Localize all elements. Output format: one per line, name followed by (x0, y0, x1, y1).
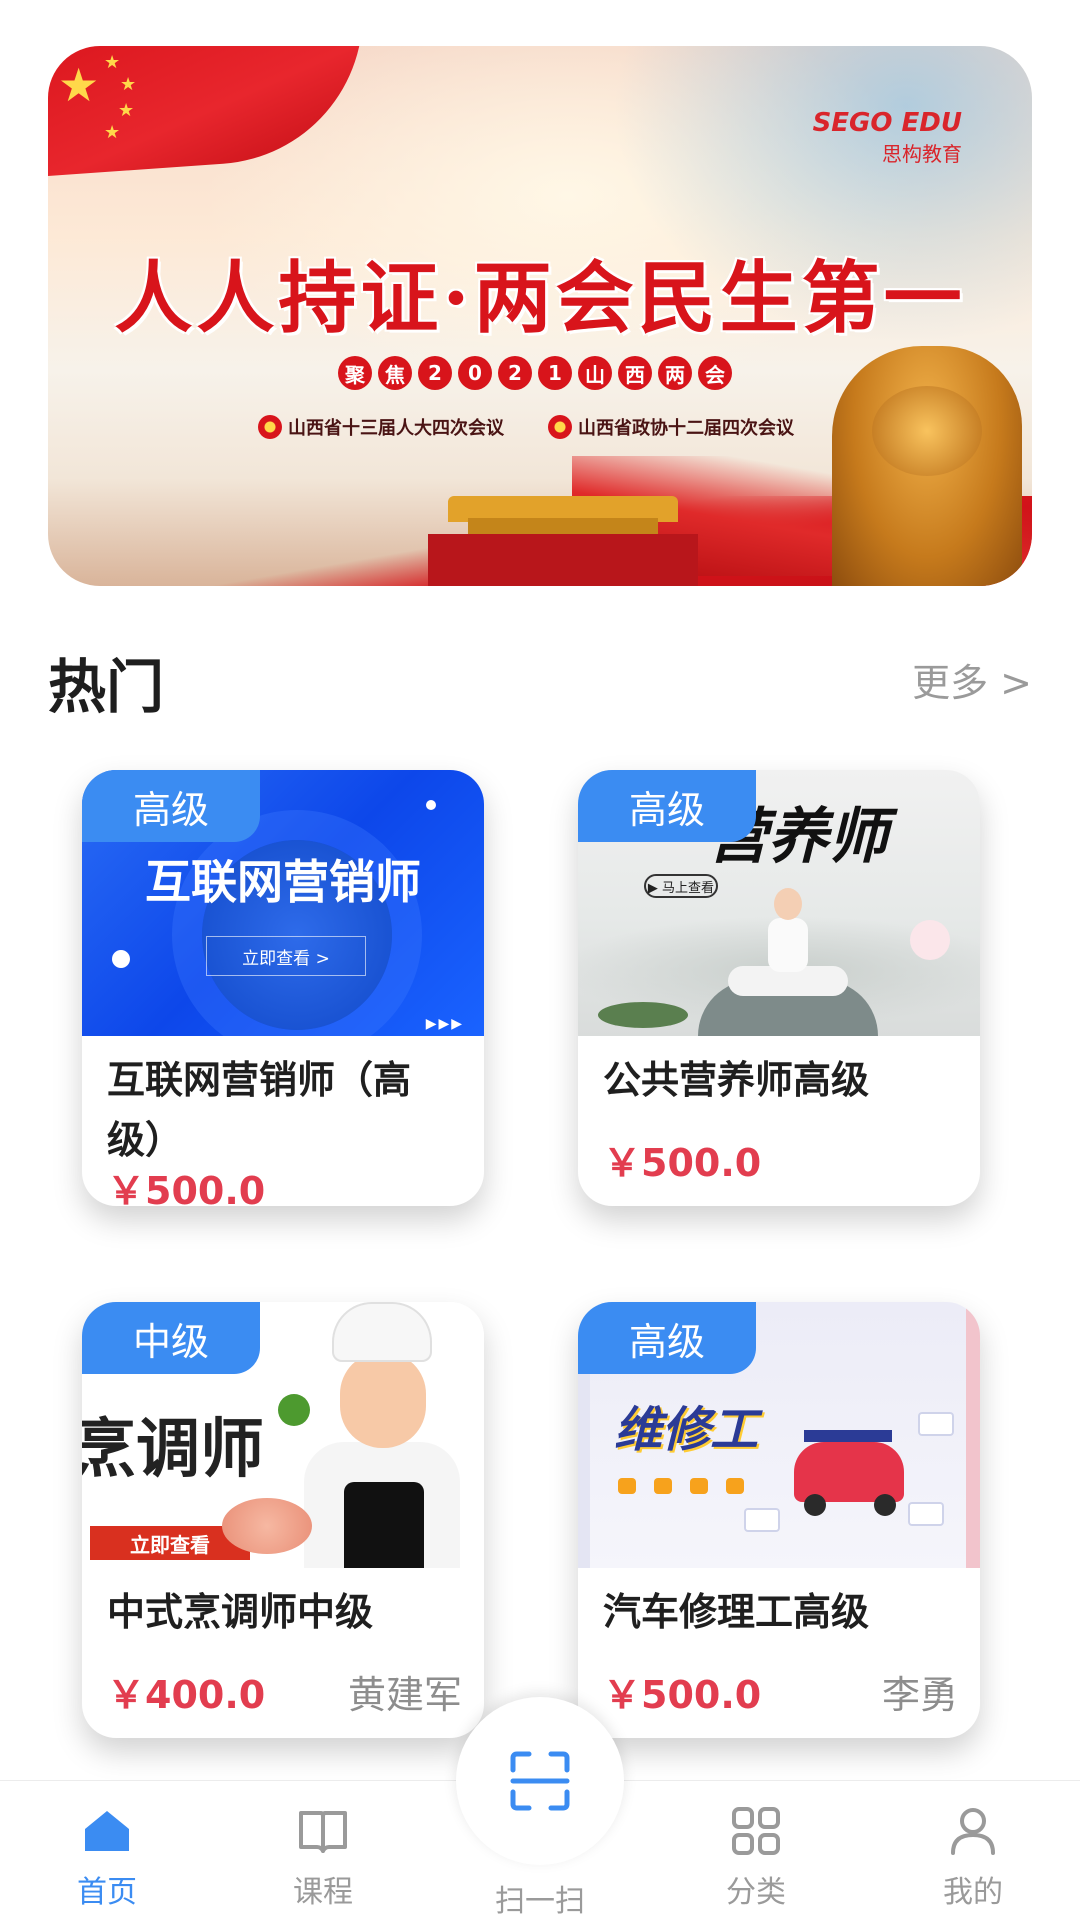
focus-pill: 聚 (338, 356, 372, 390)
level-badge: 高级 (578, 1302, 756, 1374)
thumb-view-button: 立即查看 > (206, 936, 366, 976)
brand-name-cn: 思构教育 (882, 142, 962, 166)
stone-lion-illustration (832, 346, 1022, 586)
arrows-icon: ▶▶▶ (425, 1016, 464, 1032)
level-badge: 中级 (82, 1302, 260, 1374)
meeting-left: 山西省十三届人大四次会议 (258, 414, 504, 440)
course-price: ￥400.0 (107, 1673, 266, 1717)
brand-name-en: SEGO EDU (812, 108, 962, 138)
focus-pill: 西 (618, 356, 652, 390)
nav-label: 分类 (726, 1875, 786, 1910)
course-name: 公共营养师高级 (603, 1058, 870, 1102)
star-icon: ★ (104, 52, 121, 73)
course-teacher: 李勇 (881, 1673, 958, 1717)
nav-label: 课程 (293, 1875, 353, 1910)
meeting-right: 山西省政协十二届四次会议 (548, 414, 794, 440)
course-name: 汽车修理工高级 (603, 1590, 870, 1634)
brand-logo: SEGO EDU 思构教育 (813, 108, 962, 167)
meeting-left-text: 山西省十三届人大四次会议 (288, 418, 504, 439)
book-icon (299, 1811, 347, 1853)
course-name: 中式烹调师中级 (107, 1590, 374, 1634)
national-emblem-icon (258, 415, 282, 439)
level-badge: 高级 (578, 770, 756, 842)
focus-pill: 两 (658, 356, 692, 390)
nav-item-category[interactable]: 分类 (686, 1803, 826, 1911)
course-card[interactable]: 维修工 高级 汽车修理工高级 ￥500.0 李勇 (578, 1302, 980, 1738)
star-icon: ★ (58, 58, 100, 112)
star-icon: ★ (104, 122, 121, 143)
star-icon: ★ (120, 74, 137, 95)
focus-pill: 0 (458, 356, 492, 390)
nav-label: 我的 (943, 1875, 1003, 1910)
scan-icon (510, 1751, 570, 1811)
course-card[interactable]: 互联网营销师 立即查看 > ▶▶▶ 高级 互联网营销师（高级） ￥500.0 (82, 770, 484, 1206)
tiananmen-illustration (428, 496, 698, 586)
course-card[interactable]: 营养师 ▶ 马上查看 高级 公共营养师高级 ￥500.0 (578, 770, 980, 1206)
banner-focus-pills: 聚 焦 2 0 2 1 山 西 两 会 (338, 356, 732, 390)
focus-pill: 1 (538, 356, 572, 390)
nav-item-home[interactable]: 首页 (37, 1803, 177, 1911)
course-price: ￥500.0 (107, 1169, 266, 1206)
section-title-hot: 热门 (48, 653, 165, 721)
focus-pill: 山 (578, 356, 612, 390)
thumb-title: 互联网营销师 (145, 855, 421, 909)
nav-label: 首页 (77, 1875, 137, 1910)
course-price: ￥500.0 (603, 1673, 762, 1717)
course-teacher: 黄建军 (347, 1673, 462, 1717)
meeting-right-text: 山西省政协十二届四次会议 (578, 418, 794, 439)
thumb-title: 烹调师 (82, 1412, 264, 1487)
focus-pill: 会 (698, 356, 732, 390)
home-icon (85, 1811, 129, 1851)
promo-banner[interactable]: ★ ★ ★ ★ ★ SEGO EDU 思构教育 人人持证·两会民生第一 聚 焦 … (48, 46, 1032, 586)
nav-item-courses[interactable]: 课程 (253, 1803, 393, 1911)
focus-pill: 2 (498, 356, 532, 390)
user-icon (951, 1808, 995, 1855)
grid-icon (732, 1807, 780, 1855)
star-icon: ★ (118, 100, 135, 121)
nav-label-scan[interactable]: 扫一扫 (470, 1876, 610, 1920)
scan-button[interactable] (456, 1697, 624, 1865)
course-name: 互联网营销师（高级） (107, 1058, 412, 1162)
thumb-title: 维修工 (614, 1402, 759, 1458)
focus-pill: 2 (418, 356, 452, 390)
thumb-view-button: ▶ 马上查看 (644, 874, 718, 898)
course-price: ￥500.0 (603, 1141, 762, 1185)
cppcc-emblem-icon (548, 415, 572, 439)
course-card[interactable]: 烹调师 立即查看 中级 中式烹调师中级 ￥400.0 黄建军 (82, 1302, 484, 1738)
more-link[interactable]: 更多 > (912, 652, 1032, 707)
focus-pill: 焦 (378, 356, 412, 390)
level-badge: 高级 (82, 770, 260, 842)
nav-item-mine[interactable]: 我的 (903, 1803, 1043, 1911)
banner-headline: 人人持证·两会民生第一 (114, 253, 966, 344)
